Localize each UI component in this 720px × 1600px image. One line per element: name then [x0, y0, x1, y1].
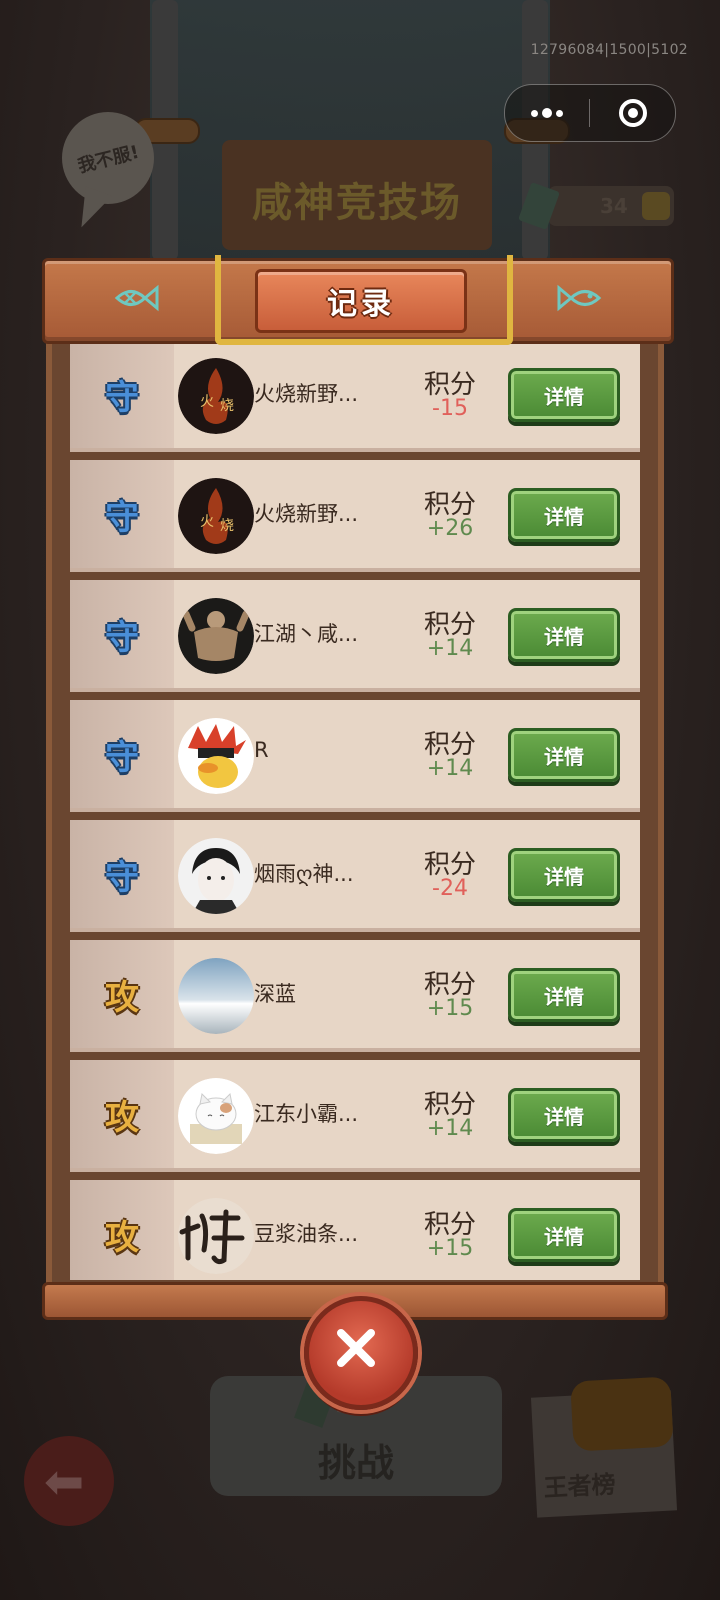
defense-badge: 守 — [105, 497, 139, 538]
modal-title: 记录 — [327, 287, 395, 322]
bubble-text: 我不服! — [75, 141, 142, 178]
opponent-avatar — [178, 958, 254, 1034]
opponent-name: R — [254, 738, 269, 762]
svg-text:火: 火 — [200, 514, 214, 530]
opponent-name: 豆浆油条... — [254, 1222, 359, 1246]
details-button[interactable]: 详情 — [508, 728, 620, 782]
treasure-icon — [570, 1376, 674, 1452]
opponent-avatar — [178, 1078, 254, 1154]
role-column: 守 — [70, 700, 174, 808]
back-button[interactable]: ⬅ — [24, 1436, 114, 1526]
records-modal: 守 火烧 火烧新野... 积分 -15 详情 守 火烧 火烧新野... 积分 +… — [42, 255, 674, 1320]
svg-text:烧: 烧 — [220, 398, 234, 414]
details-button[interactable]: 详情 — [508, 368, 620, 422]
details-button[interactable]: 详情 — [508, 608, 620, 662]
score-change: -15 — [432, 396, 468, 421]
defense-badge: 守 — [105, 737, 139, 778]
miniprogram-capsule — [504, 84, 676, 142]
details-button[interactable]: 详情 — [508, 488, 620, 542]
score-change: +26 — [426, 516, 474, 541]
defense-badge: 守 — [105, 857, 139, 898]
score-change: -24 — [432, 876, 468, 901]
record-row: 守 江湖丶咸... 积分 +14 详情 — [70, 580, 640, 692]
role-column: 守 — [70, 820, 174, 928]
record-row: 攻 深蓝 积分 +15 详情 — [70, 940, 640, 1052]
defense-badge: 守 — [105, 617, 139, 658]
back-arrow-icon: ⬅ — [44, 1454, 85, 1510]
exit-miniprogram-button[interactable] — [591, 85, 675, 141]
arena-sign: 咸神竞技场 — [222, 140, 492, 250]
opponent-name: 江东小霸... — [254, 1102, 359, 1126]
opponent-avatar: 火烧 — [178, 478, 254, 554]
opponent-name: 江湖丶咸... — [254, 622, 359, 646]
coin-counter: 34 — [548, 186, 674, 226]
rank-label: 王者榜 — [542, 1470, 617, 1503]
role-column: 守 — [70, 340, 174, 448]
record-row: 攻 江东小霸... 积分 +14 详情 — [70, 1060, 640, 1172]
complain-bubble[interactable]: 我不服! — [62, 112, 154, 204]
details-button[interactable]: 详情 — [508, 968, 620, 1022]
opponent-name: 深蓝 — [254, 982, 296, 1006]
target-icon — [619, 99, 647, 127]
record-row: 守 烟雨ღ神... 积分 -24 详情 — [70, 820, 640, 932]
details-button[interactable]: 详情 — [508, 848, 620, 902]
opponent-name: 烟雨ღ神... — [254, 862, 354, 886]
role-column: 攻 — [70, 1180, 174, 1280]
details-button[interactable]: 详情 — [508, 1208, 620, 1262]
defense-badge: 守 — [105, 377, 139, 418]
close-modal-button[interactable] — [304, 1296, 418, 1410]
status-id-text: 12796084|1500|5102 — [530, 42, 688, 58]
add-coin-icon[interactable] — [642, 192, 670, 220]
records-header: 记录 — [42, 255, 674, 345]
opponent-avatar — [178, 1198, 254, 1274]
opponent-name: 火烧新野... — [254, 382, 359, 406]
details-button[interactable]: 详情 — [508, 1088, 620, 1142]
opponent-avatar: 火烧 — [178, 358, 254, 434]
opponent-avatar — [178, 838, 254, 914]
attack-badge: 攻 — [105, 1217, 139, 1258]
opponent-name: 火烧新野... — [254, 502, 359, 526]
role-column: 攻 — [70, 940, 174, 1048]
records-list[interactable]: 守 火烧 火烧新野... 积分 -15 详情 守 火烧 火烧新野... 积分 +… — [70, 340, 640, 1280]
role-column: 守 — [70, 460, 174, 568]
record-row: 守 火烧 火烧新野... 积分 +26 详情 — [70, 460, 640, 572]
opponent-avatar — [178, 718, 254, 794]
fish-icon — [114, 284, 159, 312]
coin-count: 34 — [600, 194, 628, 218]
challenge-label: 挑战 — [317, 1441, 394, 1485]
role-column: 攻 — [70, 1060, 174, 1168]
score-change: +15 — [426, 996, 474, 1021]
score-change: +14 — [426, 636, 474, 661]
arena-title: 咸神竞技场 — [252, 180, 462, 226]
fish-icon — [557, 284, 602, 312]
attack-badge: 攻 — [105, 977, 139, 1018]
record-row: 守 R 积分 +14 详情 — [70, 700, 640, 812]
record-row: 攻 豆浆油条... 积分 +15 详情 — [70, 1180, 640, 1280]
svg-text:烧: 烧 — [220, 518, 234, 534]
record-row: 守 火烧 火烧新野... 积分 -15 详情 — [70, 340, 640, 452]
opponent-avatar — [178, 598, 254, 674]
score-change: +14 — [426, 756, 474, 781]
capsule-divider — [589, 99, 590, 127]
close-icon — [337, 1329, 375, 1367]
title-plate: 记录 — [255, 269, 467, 333]
more-options-button[interactable] — [505, 85, 589, 141]
score-change: +15 — [426, 1236, 474, 1261]
attack-badge: 攻 — [105, 1097, 139, 1138]
records-body: 守 火烧 火烧新野... 积分 -15 详情 守 火烧 火烧新野... 积分 +… — [46, 332, 664, 1284]
rank-board-button[interactable]: 王者榜 — [530, 1376, 678, 1518]
svg-text:火: 火 — [200, 394, 214, 410]
score-change: +14 — [426, 1116, 474, 1141]
role-column: 守 — [70, 580, 174, 688]
